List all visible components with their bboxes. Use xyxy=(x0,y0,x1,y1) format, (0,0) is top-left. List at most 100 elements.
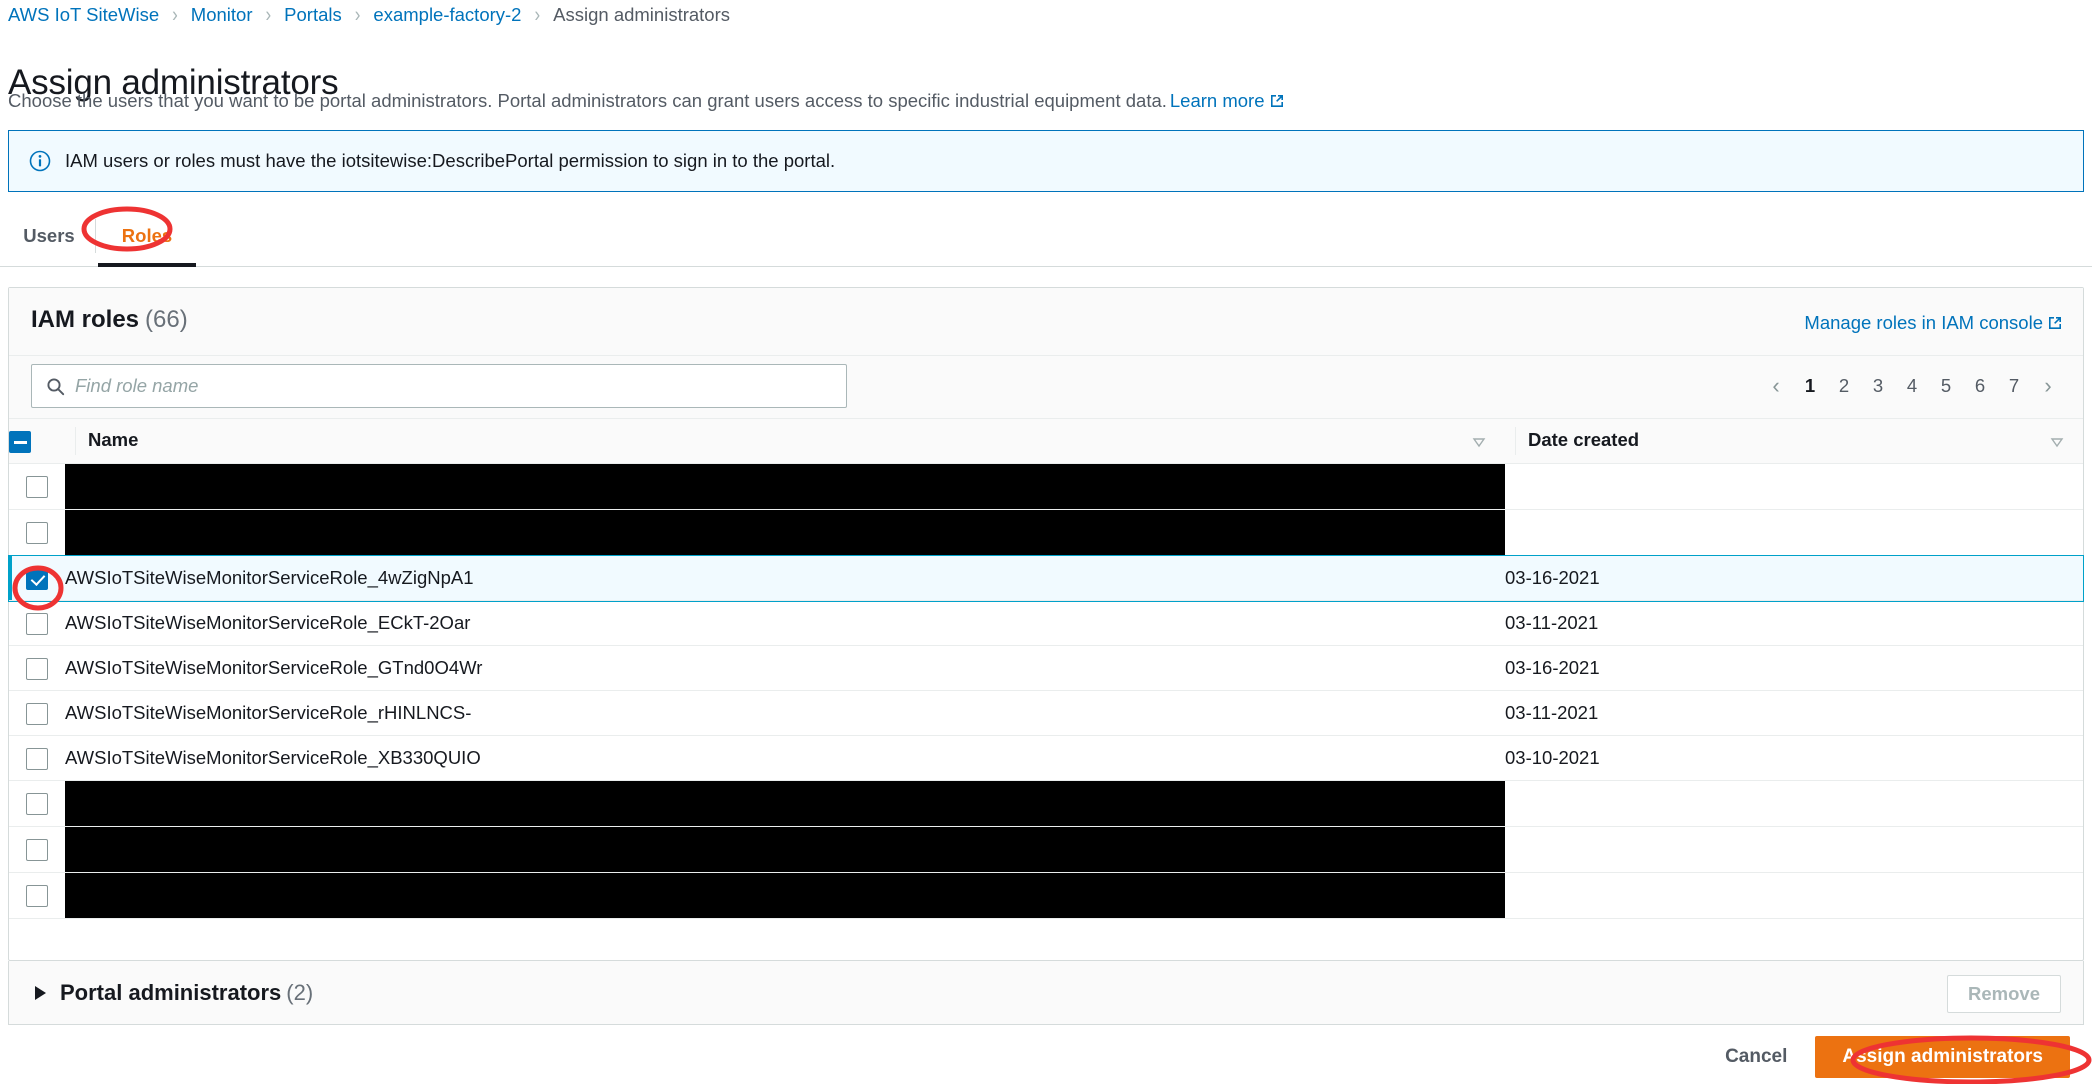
info-alert-text: IAM users or roles must have the iotsite… xyxy=(65,150,836,171)
row-checkbox[interactable] xyxy=(26,702,48,725)
info-circle-icon xyxy=(29,150,51,172)
roles-table: Name Date created AWSIoTSiteWiseMonitorS… xyxy=(8,418,2084,919)
column-header-date-created: Date created xyxy=(1505,418,2083,464)
portal-administrators-count: (2) xyxy=(286,979,314,1005)
table-row[interactable]: AWSIoTSiteWiseMonitorServiceRole_rHINLNC… xyxy=(9,690,2083,736)
tab-active-underline xyxy=(98,263,196,267)
redacted-name-bar xyxy=(65,873,1505,918)
breadcrumb: AWS IoT SiteWise › Monitor › Portals › e… xyxy=(8,2,730,27)
select-all-checkbox[interactable] xyxy=(9,430,31,453)
row-name: AWSIoTSiteWiseMonitorServiceRole_GTnd0O4… xyxy=(65,657,483,678)
manage-roles-in-iam-console-link[interactable]: Manage roles in IAM console xyxy=(1804,312,2063,336)
tab-roles-label: Roles xyxy=(121,225,173,246)
column-header-name: Name xyxy=(65,418,1505,464)
table-toolbar: ‹ 1 2 3 4 5 6 7 › xyxy=(9,356,2083,418)
portal-administrators-section: Portal administrators (2) Remove xyxy=(8,961,2084,1025)
page-description: Choose the users that you want to be por… xyxy=(8,88,1285,116)
pagination: ‹ 1 2 3 4 5 6 7 › xyxy=(1759,368,2065,404)
table-row[interactable]: AWSIoTSiteWiseMonitorServiceRole_XB330QU… xyxy=(9,735,2083,781)
breadcrumb-item-example-factory-2[interactable]: example-factory-2 xyxy=(373,4,521,26)
redacted-name-bar xyxy=(65,464,1505,509)
row-checkbox[interactable] xyxy=(26,567,48,590)
breadcrumb-item-portals[interactable]: Portals xyxy=(284,4,342,26)
assign-administrators-page: AWS IoT SiteWise › Monitor › Portals › e… xyxy=(0,0,2092,1084)
pagination-page-5[interactable]: 5 xyxy=(1929,368,1963,404)
redacted-name-bar xyxy=(65,781,1505,826)
column-header-name-label: Name xyxy=(88,428,139,450)
row-date: 03-16-2021 xyxy=(1505,657,1600,678)
pagination-page-4[interactable]: 4 xyxy=(1895,368,1929,404)
row-date: 03-11-2021 xyxy=(1505,702,1599,723)
cancel-button[interactable]: Cancel xyxy=(1719,1038,1793,1076)
pagination-page-3[interactable]: 3 xyxy=(1861,368,1895,404)
panel-count: (66) xyxy=(145,306,188,333)
column-header-date-created-label: Date created xyxy=(1528,428,1640,450)
portal-administrators-title-text: Portal administrators xyxy=(60,979,282,1005)
row-checkbox[interactable] xyxy=(26,885,48,908)
row-checkbox[interactable] xyxy=(26,747,48,770)
tab-divider xyxy=(95,219,96,253)
redacted-name-bar xyxy=(65,510,1505,555)
table-row-selected[interactable]: AWSIoTSiteWiseMonitorServiceRole_4wZigNp… xyxy=(8,554,2084,602)
breadcrumb-separator: › xyxy=(172,2,178,27)
table-row[interactable] xyxy=(9,463,2083,510)
breadcrumb-item-monitor[interactable]: Monitor xyxy=(191,4,253,26)
row-checkbox[interactable] xyxy=(26,476,48,499)
row-name: AWSIoTSiteWiseMonitorServiceRole_ECkT-2O… xyxy=(65,612,471,633)
table-row[interactable] xyxy=(9,780,2083,827)
row-checkbox[interactable] xyxy=(26,522,48,545)
sort-descending-icon[interactable] xyxy=(1471,433,1487,449)
row-name: AWSIoTSiteWiseMonitorServiceRole_XB330QU… xyxy=(65,747,481,768)
panel-title: IAM roles (66) xyxy=(31,306,188,334)
search-box[interactable] xyxy=(31,364,847,408)
table-row[interactable] xyxy=(9,872,2083,919)
table-row[interactable] xyxy=(9,509,2083,556)
remove-button[interactable]: Remove xyxy=(1947,975,2061,1013)
caret-right-icon xyxy=(35,985,46,1000)
table-row[interactable] xyxy=(9,826,2083,873)
row-date: 03-10-2021 xyxy=(1505,747,1600,768)
breadcrumb-item-aws-iot-sitewise[interactable]: AWS IoT SiteWise xyxy=(8,4,159,26)
info-alert: IAM users or roles must have the iotsite… xyxy=(8,130,2084,192)
search-icon xyxy=(46,377,65,396)
tab-roles[interactable]: Roles xyxy=(98,207,196,265)
row-checkbox[interactable] xyxy=(26,839,48,862)
pagination-page-2[interactable]: 2 xyxy=(1827,368,1861,404)
tab-users[interactable]: Users xyxy=(8,207,90,265)
pagination-prev-chevron-left-icon[interactable]: ‹ xyxy=(1759,368,1793,404)
row-name: AWSIoTSiteWiseMonitorServiceRole_4wZigNp… xyxy=(65,567,474,588)
footer-actions: Cancel Assign administrators xyxy=(0,1030,2092,1084)
row-checkbox[interactable] xyxy=(26,612,48,635)
tab-users-label: Users xyxy=(23,225,75,246)
table-row[interactable]: AWSIoTSiteWiseMonitorServiceRole_ECkT-2O… xyxy=(9,600,2083,646)
iam-roles-panel: IAM roles (66) Manage roles in IAM consol… xyxy=(8,287,2084,961)
panel-header: IAM roles (66) Manage roles in IAM consol… xyxy=(9,288,2083,356)
external-link-icon xyxy=(2047,314,2063,336)
row-date: 03-11-2021 xyxy=(1505,612,1599,633)
table-body: AWSIoTSiteWiseMonitorServiceRole_4wZigNp… xyxy=(8,463,2084,919)
assign-administrators-button[interactable]: Assign administrators xyxy=(1815,1036,2070,1078)
external-link-icon xyxy=(1269,90,1285,116)
portal-administrators-title: Portal administrators (2) xyxy=(60,980,313,1006)
learn-more-link[interactable]: Learn more xyxy=(1170,90,1265,111)
breadcrumb-item-current: Assign administrators xyxy=(553,4,730,25)
pagination-page-7[interactable]: 7 xyxy=(1997,368,2031,404)
breadcrumb-separator: › xyxy=(534,2,541,27)
manage-roles-label: Manage roles in IAM console xyxy=(1804,312,2043,333)
tab-bar: Users Roles xyxy=(0,207,2092,267)
breadcrumb-separator: › xyxy=(354,2,361,27)
sort-descending-icon[interactable] xyxy=(2049,433,2065,449)
pagination-page-6[interactable]: 6 xyxy=(1963,368,1997,404)
row-date: 03-16-2021 xyxy=(1505,567,1600,588)
row-checkbox[interactable] xyxy=(26,657,48,680)
pagination-next-chevron-right-icon[interactable]: › xyxy=(2031,368,2065,404)
breadcrumb-separator: › xyxy=(265,2,272,27)
portal-administrators-expand-toggle[interactable]: Portal administrators (2) xyxy=(35,980,313,1006)
panel-title-text: IAM roles xyxy=(31,306,140,333)
row-checkbox[interactable] xyxy=(26,793,48,816)
table-row[interactable]: AWSIoTSiteWiseMonitorServiceRole_GTnd0O4… xyxy=(9,645,2083,691)
row-name: AWSIoTSiteWiseMonitorServiceRole_rHINLNC… xyxy=(65,702,472,723)
pagination-page-1[interactable]: 1 xyxy=(1793,368,1827,404)
select-all-header xyxy=(9,418,65,464)
search-input[interactable] xyxy=(75,375,815,397)
